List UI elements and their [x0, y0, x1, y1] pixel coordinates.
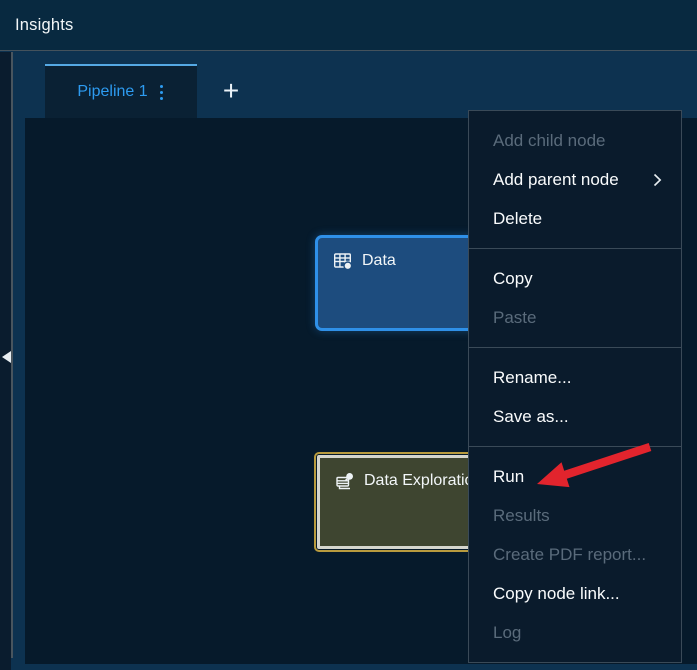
menu-item-results: Results	[493, 506, 550, 525]
collapse-panel-arrow-icon[interactable]	[2, 351, 11, 363]
node-label: Data Exploration	[364, 472, 480, 489]
node-data-exploration[interactable]: Data Exploration	[314, 452, 486, 552]
data-table-icon	[334, 253, 353, 271]
menu-item-delete[interactable]: Delete	[469, 199, 681, 238]
submenu-chevron-icon	[653, 172, 662, 187]
menu-item-add-parent-node[interactable]: Add parent node	[469, 160, 681, 199]
chart-magnifier-icon	[336, 473, 353, 490]
menu-section-naming: Rename... Save as...	[469, 347, 681, 446]
menu-item-create-pdf-report: Create PDF report...	[493, 545, 647, 564]
tab-options-kebab-icon[interactable]	[158, 81, 165, 104]
menu-item-run[interactable]: Run	[469, 457, 681, 496]
app-header: Insights	[0, 0, 697, 51]
pipeline-tabbar: Pipeline 1 +	[13, 52, 697, 118]
menu-item-copy-node-link[interactable]: Copy node link...	[469, 574, 681, 613]
node-data[interactable]: Data	[315, 235, 486, 331]
menu-item-paste: Paste	[493, 308, 537, 327]
page-title: Insights	[15, 15, 74, 34]
add-pipeline-tab-button[interactable]: +	[205, 64, 257, 118]
menu-section-clipboard: Copy Paste	[469, 248, 681, 347]
context-menu: Add child node Add parent node Delete Co…	[468, 110, 682, 663]
tab-label: Pipeline 1	[77, 83, 148, 100]
menu-item-log: Log	[493, 623, 522, 642]
app-window: Insights Pipeline 1 + Data Data Explorat…	[0, 0, 697, 670]
tab-pipeline-1[interactable]: Pipeline 1	[45, 64, 197, 118]
node-label: Data	[362, 252, 396, 269]
menu-item-rename[interactable]: Rename...	[469, 358, 681, 397]
menu-section-run: Run Results Create PDF report... Copy no…	[469, 446, 681, 662]
menu-section-node: Add child node Add parent node Delete	[469, 111, 681, 248]
menu-item-add-child-node: Add child node	[493, 131, 606, 150]
menu-item-copy[interactable]: Copy	[469, 259, 681, 298]
menu-item-save-as[interactable]: Save as...	[469, 397, 681, 436]
